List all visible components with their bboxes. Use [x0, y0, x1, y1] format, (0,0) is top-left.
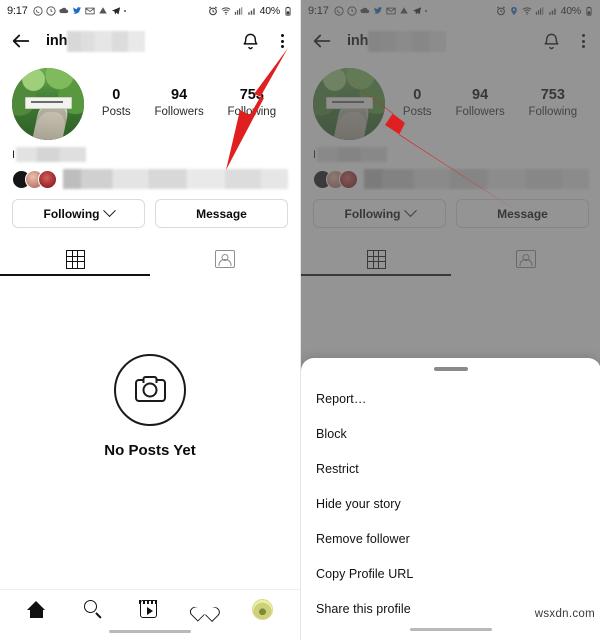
- profile-bio: I: [0, 140, 300, 189]
- stat-posts[interactable]: 0 Posts: [102, 86, 131, 121]
- grid-tab[interactable]: [0, 242, 150, 276]
- username-text: inh: [46, 33, 68, 49]
- more-dot-icon: [123, 10, 126, 12]
- drive-icon: [98, 7, 107, 14]
- tagged-person-icon: [215, 250, 235, 268]
- tagged-tab[interactable]: [150, 242, 300, 276]
- avatar-icon[interactable]: [252, 598, 273, 620]
- profile-avatar[interactable]: [12, 68, 84, 140]
- camera-body: [134, 378, 166, 402]
- phone-screen-left: 9:17 40% inh 0 Posts 94 Followers 753 Fo…: [0, 0, 300, 640]
- empty-state: No Posts Yet: [0, 354, 300, 459]
- mutual-avatar: [38, 169, 57, 189]
- telegram-icon: [111, 7, 120, 15]
- twitter-icon: [72, 7, 81, 14]
- phone-screen-right: 9:17 40% inh: [300, 0, 600, 640]
- search-icon[interactable]: [84, 600, 102, 618]
- profile-username: inh: [46, 30, 241, 52]
- mutual-followers[interactable]: [12, 169, 288, 189]
- profile-actions: Following Message: [0, 189, 300, 228]
- gmail-icon: [85, 7, 95, 15]
- battery-icon: [285, 6, 291, 16]
- home-indicator: [109, 629, 191, 633]
- bottom-nav-row: [0, 590, 300, 628]
- stat-value: 94: [171, 87, 188, 104]
- whatsapp-icon: [33, 6, 43, 16]
- cloud-upload-icon: [58, 7, 68, 14]
- bio-prefix: I: [12, 148, 16, 161]
- bell-icon[interactable]: [241, 32, 260, 51]
- message-button-label: Message: [196, 206, 247, 221]
- stat-followers[interactable]: 94 Followers: [154, 86, 203, 121]
- status-bar-right: 40%: [208, 5, 293, 17]
- stat-following[interactable]: 753 Following: [228, 86, 277, 121]
- watermark: wsxdn.com: [534, 608, 595, 620]
- stat-label: Following: [227, 106, 277, 119]
- signal-dual-icon: [234, 7, 242, 15]
- username-redacted-block: [67, 30, 146, 52]
- screenshot-root: 9:17 40% inh 0 Posts 94 Followers 753 Fo…: [0, 0, 600, 640]
- profile-options-sheet: Report… Block Restrict Hide your story R…: [301, 358, 600, 640]
- chevron-down-icon: [102, 204, 116, 218]
- profile-tabs: [0, 242, 300, 276]
- home-indicator: [410, 627, 492, 631]
- stat-value: 753: [239, 87, 264, 104]
- grid-icon: [65, 249, 85, 269]
- menu-item-block[interactable]: Block: [301, 417, 600, 452]
- message-button[interactable]: Message: [155, 199, 288, 228]
- following-button-label: Following: [43, 206, 100, 221]
- status-bar: 9:17 40%: [0, 0, 300, 22]
- following-button[interactable]: Following: [12, 199, 145, 228]
- status-time: 9:17: [7, 5, 28, 17]
- profile-summary: 0 Posts 94 Followers 753 Following: [0, 60, 300, 140]
- menu-item-copy-profile-url[interactable]: Copy Profile URL: [301, 557, 600, 592]
- back-arrow-icon[interactable]: [10, 30, 32, 52]
- clock-icon: [46, 6, 56, 16]
- menu-item-hide-your-story[interactable]: Hide your story: [301, 487, 600, 522]
- menu-item-report[interactable]: Report…: [301, 382, 600, 417]
- profile-stats: 0 Posts 94 Followers 753 Following: [84, 86, 288, 121]
- header-actions: [241, 32, 290, 51]
- menu-item-remove-follower[interactable]: Remove follower: [301, 522, 600, 557]
- battery-text: 40%: [259, 5, 281, 17]
- stat-value: 0: [112, 87, 121, 104]
- bio-redacted-block: [16, 147, 87, 162]
- camera-icon: [114, 354, 186, 426]
- bottom-nav: [0, 589, 300, 640]
- mutual-text-redacted-block: [63, 169, 288, 189]
- app-header: inh: [0, 22, 300, 60]
- wifi-icon: [221, 7, 231, 15]
- reels-icon[interactable]: [139, 600, 158, 618]
- menu-item-restrict[interactable]: Restrict: [301, 452, 600, 487]
- kebab-menu-icon[interactable]: [274, 32, 290, 51]
- signal-bars-icon: [247, 8, 255, 15]
- heart-icon[interactable]: [195, 601, 214, 618]
- alarm-icon: [208, 6, 217, 16]
- stat-label: Followers: [154, 106, 204, 119]
- home-icon[interactable]: [27, 600, 46, 618]
- options-menu: Report… Block Restrict Hide your story R…: [301, 371, 600, 627]
- avatar-sign: [24, 96, 72, 109]
- status-bar-left: 9:17: [7, 5, 126, 17]
- empty-state-title: No Posts Yet: [104, 442, 196, 459]
- bio-line: I: [12, 146, 288, 163]
- stat-label: Posts: [101, 106, 131, 119]
